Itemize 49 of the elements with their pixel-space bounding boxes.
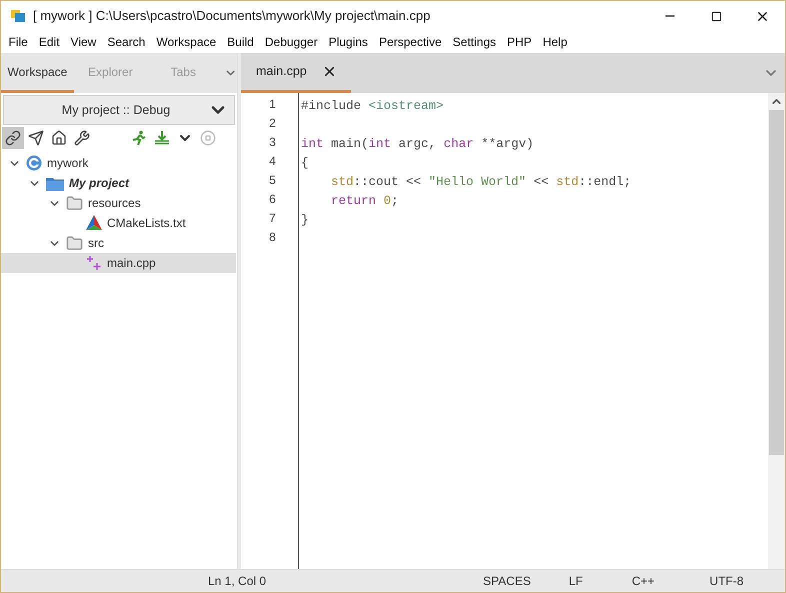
menu-item[interactable]: View [65,33,102,51]
configuration-dropdown[interactable]: My project :: Debug [3,95,235,125]
menu-item[interactable]: Edit [33,33,66,51]
code-line: #include <iostream> [301,99,444,113]
tree-item[interactable]: My project [1,173,236,193]
code-line: } [301,213,309,227]
triangle-icon [86,215,102,231]
maximize-icon [710,10,722,22]
code-line: { [301,156,309,170]
cursor-position: Ln 1, Col 0 [208,573,266,590]
menu-item[interactable]: Help [537,33,573,51]
tree-item[interactable]: main.cpp [1,253,236,273]
code-line: int main(int argc, char **argv) [301,137,534,151]
tree-item[interactable]: CMakeLists.txt [1,213,236,233]
encoding: UTF-8 [710,573,744,590]
line-number: 2 [269,115,276,132]
menu-item[interactable]: Debugger [259,33,324,51]
menu-item[interactable]: Workspace [150,33,222,51]
line-number: 5 [269,172,276,189]
tree-item[interactable]: mywork [1,153,236,173]
link-icon[interactable] [2,127,24,149]
menu-item[interactable]: Perspective [373,33,448,51]
sparkle-icon [86,255,102,271]
folder-icon [66,194,83,212]
line-number: 1 [269,96,276,113]
line-number: 4 [269,153,276,170]
menu-item[interactable]: Plugins [323,33,374,51]
code-line: return 0; [331,194,399,208]
code-line: std::cout << "Hello World" << std::endl; [331,175,632,189]
menu-item[interactable]: Build [222,33,260,51]
menu-item[interactable]: PHP [502,33,538,51]
line-number: 8 [269,229,276,246]
folder-icon [66,234,83,252]
menu-item[interactable]: Settings [447,33,502,51]
menu-item[interactable]: Search [102,33,151,51]
tree-item[interactable]: resources [1,193,236,213]
line-number: 6 [269,191,276,208]
line-number: 7 [269,210,276,227]
app-icon [11,10,25,22]
menu-item[interactable]: File [3,33,34,51]
tree-item[interactable]: src [1,233,236,253]
workspace-icon [26,155,42,171]
indentation-mode: SPACES [483,573,531,590]
window-title: [ mywork ] C:\Users\pcastro\Documents\mywork\My project\main.cpp [33,7,432,26]
folder-icon [46,176,64,190]
line-ending: LF [568,573,583,590]
scrollbar[interactable] [768,93,785,569]
line-number: 3 [269,134,276,151]
language-mode: C++ [632,573,655,590]
